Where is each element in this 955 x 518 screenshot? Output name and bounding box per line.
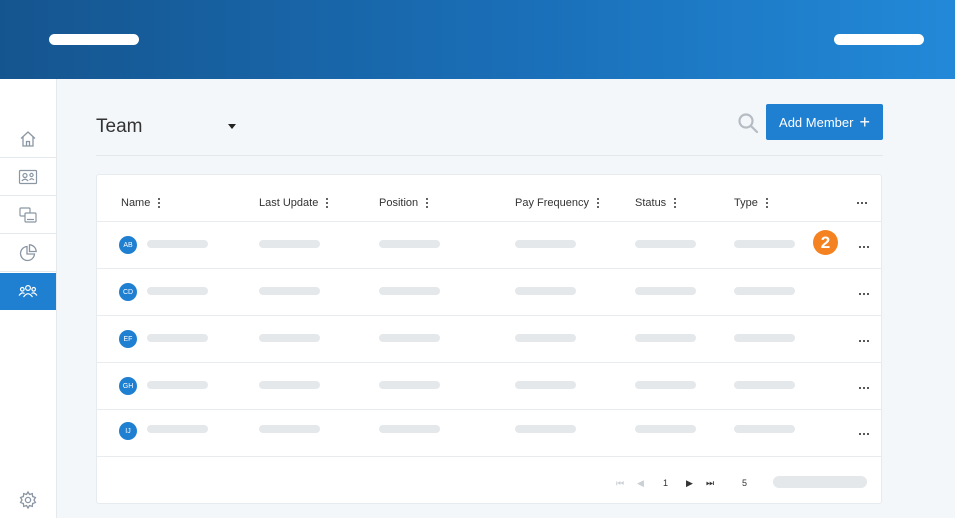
pay-frequency-placeholder [515,381,576,389]
name-placeholder [147,240,208,248]
avatar: AB [119,236,137,254]
column-header-position[interactable]: Position [379,197,429,209]
home-icon [20,131,36,147]
avatar: GH [119,377,137,395]
name-placeholder [147,381,208,389]
header-right-placeholder [834,34,924,45]
name-placeholder [147,425,208,433]
position-placeholder [379,287,440,295]
pay-frequency-placeholder [515,334,576,342]
gear-icon[interactable] [18,490,38,510]
team-table: Name Last Update Position Pay Frequency … [96,174,882,504]
id-card-icon [18,169,38,185]
type-placeholder [734,240,795,248]
type-placeholder [734,287,795,295]
column-header-status[interactable]: Status [635,197,677,209]
pay-frequency-placeholder [515,240,576,248]
top-header-bar [0,0,955,79]
current-page-number[interactable]: 1 [663,478,668,488]
name-placeholder [147,287,208,295]
column-header-label: Status [635,197,667,209]
header-left-placeholder [49,34,139,45]
status-placeholder [635,240,696,248]
row-divider [97,409,881,410]
row-options-icon[interactable] [859,246,869,248]
last-update-placeholder [259,287,320,295]
row-divider [97,362,881,363]
pay-frequency-placeholder [515,287,576,295]
column-header-type[interactable]: Type [734,197,768,209]
status-placeholder [635,334,696,342]
column-menu-icon[interactable] [426,198,429,208]
page-title: Team [96,116,143,137]
name-placeholder [147,334,208,342]
row-divider [97,268,881,269]
column-menu-icon[interactable] [158,198,161,208]
chevron-down-icon[interactable] [228,124,236,129]
page-size[interactable]: 5 [742,478,747,488]
last-page-icon[interactable]: ⏭ [706,478,714,489]
team-icon [18,284,38,298]
plus-icon: + [859,112,870,132]
prev-page-icon[interactable]: ◀ [637,478,644,489]
column-menu-icon[interactable] [596,198,599,208]
position-placeholder [379,240,440,248]
column-header-label: Position [379,197,419,209]
last-update-placeholder [259,240,320,248]
sidebar [0,79,57,518]
column-header-pay-frequency[interactable]: Pay Frequency [515,197,599,209]
position-placeholder [379,425,440,433]
column-header-label: Last Update [259,197,319,209]
type-placeholder [734,334,795,342]
first-page-icon[interactable]: ⏮ [616,478,624,489]
column-menu-icon[interactable] [765,198,768,208]
last-update-placeholder [259,334,320,342]
sidebar-item-devices[interactable] [0,197,56,234]
avatar: CD [119,283,137,301]
row-divider [97,315,881,316]
sidebar-item-team[interactable] [0,273,56,310]
column-menu-icon[interactable] [674,198,677,208]
column-header-label: Type [734,197,758,209]
pie-chart-icon [19,244,37,262]
last-update-placeholder [259,381,320,389]
header-divider [96,155,883,156]
row-options-icon[interactable] [859,293,869,295]
row-options-icon[interactable] [859,433,869,435]
add-member-button[interactable]: Add Member + [766,104,883,140]
status-placeholder [635,381,696,389]
sidebar-item-contacts[interactable] [0,159,56,196]
sidebar-item-reports[interactable] [0,235,56,272]
type-placeholder [734,425,795,433]
column-menu-icon[interactable] [326,198,329,208]
row-options-icon[interactable] [859,340,869,342]
type-placeholder [734,381,795,389]
column-header-name[interactable]: Name [121,197,161,209]
avatar: IJ [119,422,137,440]
step-badge: 2 [813,230,838,255]
row-divider [97,221,881,222]
sidebar-item-home[interactable] [0,121,56,158]
table-options-icon[interactable] [857,202,867,204]
column-header-label: Name [121,197,151,209]
row-options-icon[interactable] [859,387,869,389]
status-placeholder [635,425,696,433]
row-divider [97,456,881,457]
devices-icon [19,207,37,223]
last-update-placeholder [259,425,320,433]
position-placeholder [379,334,440,342]
status-placeholder [635,287,696,295]
position-placeholder [379,381,440,389]
next-page-icon[interactable]: ▶ [686,478,693,489]
pay-frequency-placeholder [515,425,576,433]
add-member-label: Add Member [779,114,854,130]
search-icon[interactable] [737,112,759,134]
pagination-info-placeholder [773,476,867,488]
avatar: EF [119,330,137,348]
column-header-last-update[interactable]: Last Update [259,197,329,209]
column-header-label: Pay Frequency [515,197,589,209]
